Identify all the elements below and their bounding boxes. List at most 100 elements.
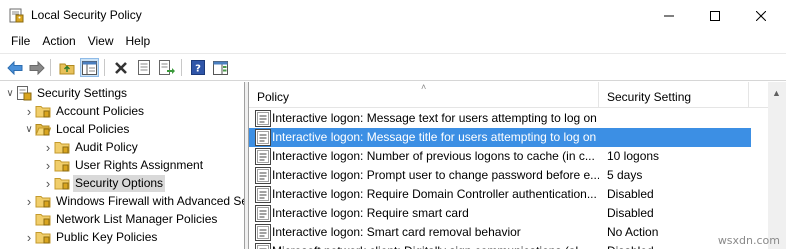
tree-item-account-policies[interactable]: › Account Policies — [23, 102, 146, 120]
action-pane-icon — [213, 60, 228, 75]
show-hide-console-tree-button[interactable] — [80, 58, 99, 77]
tree-item-label: User Rights Assignment — [75, 157, 204, 172]
policy-name: Interactive logon: Require smart card — [272, 206, 469, 220]
back-button[interactable] — [5, 58, 24, 77]
tree-item-label: Windows Firewall with Advanced Secu — [56, 193, 245, 208]
forward-button[interactable] — [27, 58, 46, 77]
policy-row[interactable]: Interactive logon: Smart card removal be… — [249, 223, 751, 242]
policy-setting-icon — [255, 224, 271, 241]
policy-security-setting: 10 logons — [607, 149, 660, 163]
help-book-icon: ? — [190, 60, 205, 75]
console-tree-icon — [82, 60, 97, 75]
menu-help[interactable]: Help — [120, 32, 157, 51]
expanded-chevron-icon[interactable]: ∨ — [4, 84, 16, 102]
policy-row[interactable]: Interactive logon: Prompt user to change… — [249, 166, 751, 185]
collapsed-chevron-icon[interactable]: › — [23, 192, 35, 210]
collapsed-chevron-icon[interactable]: › — [42, 138, 54, 156]
window-title: Local Security Policy — [31, 8, 142, 22]
policy-setting-icon — [255, 148, 271, 165]
policy-setting-icon — [255, 110, 271, 127]
tree-item-label: Network List Manager Policies — [56, 211, 218, 226]
policy-row[interactable]: Interactive logon: Message title for use… — [249, 128, 751, 147]
tree-item-label: Account Policies — [56, 103, 145, 118]
policy-security-setting: Disabled — [607, 206, 654, 220]
folder-icon — [35, 229, 51, 245]
policy-security-setting — [607, 128, 747, 147]
maximize-button[interactable] — [692, 0, 738, 31]
tree-item-label: Security Settings — [37, 85, 128, 100]
tree-item-security-settings[interactable]: ∨ Security Settings — [4, 84, 129, 102]
title-bar: Local Security Policy — [0, 0, 786, 31]
scroll-up-arrow-icon[interactable]: ▲ — [772, 88, 781, 98]
policy-row[interactable]: Interactive logon: Number of previous lo… — [249, 147, 751, 166]
delete-button[interactable] — [111, 58, 130, 77]
menu-bar: File Action View Help — [0, 31, 786, 52]
minimize-button[interactable] — [646, 0, 692, 31]
tree-item-local-policies[interactable]: ∨ Local Policies — [23, 120, 131, 138]
policy-setting-icon — [255, 205, 271, 222]
tree-item-windows-firewall-with-advanced-secu[interactable]: › Windows Firewall with Advanced Secu — [23, 192, 245, 210]
policy-security-setting — [607, 109, 747, 128]
column-header-security-setting[interactable]: Security Setting — [599, 82, 749, 108]
tree-item-security-options[interactable]: › Security Options — [42, 174, 166, 192]
policy-name: Microsoft network client: Digitally sign… — [272, 242, 599, 249]
tree-item-label: Local Policies — [56, 121, 130, 136]
folder-icon — [54, 139, 70, 155]
policy-setting-icon — [255, 186, 271, 203]
export-list-icon — [158, 60, 175, 75]
policy-row[interactable]: Interactive logon: Message text for user… — [249, 109, 751, 128]
policy-row[interactable]: Interactive logon: Require Domain Contro… — [249, 185, 751, 204]
policy-setting-icon — [255, 167, 271, 184]
policy-setting-icon — [255, 243, 271, 249]
properties-button[interactable] — [134, 58, 153, 77]
security-settings-icon — [16, 85, 32, 101]
minimize-icon — [664, 15, 674, 16]
export-list-button[interactable] — [157, 58, 176, 77]
collapsed-chevron-icon[interactable]: › — [23, 228, 35, 246]
tree-item-public-key-policies[interactable]: › Public Key Policies — [23, 228, 159, 246]
tree-item-user-rights-assignment[interactable]: › User Rights Assignment — [42, 156, 205, 174]
folder-open-icon — [35, 121, 52, 137]
policy-name: Interactive logon: Message text for user… — [272, 111, 597, 125]
close-icon — [756, 10, 766, 21]
policy-row[interactable]: Interactive logon: Require smart card Dis… — [249, 204, 751, 223]
menu-view[interactable]: View — [82, 32, 120, 51]
console-tree: ∨ Security Settings › Account Policies ∨ Loca… — [0, 82, 245, 249]
vertical-scrollbar[interactable]: ▲ — [768, 82, 786, 249]
close-button[interactable] — [738, 0, 784, 31]
delete-x-icon — [114, 61, 127, 74]
help-button[interactable]: ? — [188, 58, 207, 77]
folder-icon — [35, 193, 51, 209]
policy-name: Interactive logon: Message title for use… — [272, 130, 597, 144]
tree-item-label: Public Key Policies — [56, 229, 158, 244]
expanded-chevron-icon[interactable]: ∨ — [23, 120, 35, 138]
watermark: wsxdn.com — [717, 234, 780, 247]
tree-item-audit-policy[interactable]: › Audit Policy — [42, 138, 140, 156]
policy-row[interactable]: Microsoft network client: Digitally sign… — [249, 242, 751, 249]
list-header: Policy Security Setting ˄ — [249, 82, 769, 108]
folder-icon — [54, 175, 70, 191]
properties-icon — [137, 60, 150, 75]
policy-setting-icon — [255, 129, 271, 146]
up-one-level-button[interactable] — [57, 58, 76, 77]
tree-item-label: Audit Policy — [75, 139, 138, 154]
menu-action[interactable]: Action — [36, 32, 81, 51]
policy-name: Interactive logon: Prompt user to change… — [272, 168, 599, 182]
back-arrow-icon — [6, 60, 22, 75]
policy-name: Interactive logon: Smart card removal be… — [272, 225, 521, 239]
forward-arrow-icon — [29, 60, 45, 75]
collapsed-chevron-icon[interactable]: › — [23, 102, 35, 120]
no-expander — [23, 210, 35, 228]
folder-icon — [35, 103, 51, 119]
menu-file[interactable]: File — [5, 32, 36, 51]
policy-list: Policy Security Setting ˄ Interactive lo… — [248, 82, 786, 249]
tree-item-network-list-manager-policies[interactable]: Network List Manager Policies — [23, 210, 219, 228]
collapsed-chevron-icon[interactable]: › — [42, 174, 54, 192]
folder-icon — [35, 211, 51, 227]
policy-name: Interactive logon: Require Domain Contro… — [272, 187, 597, 201]
security-policy-app-icon — [9, 8, 24, 23]
folder-icon — [54, 157, 70, 173]
show-hide-action-pane-button[interactable] — [211, 58, 230, 77]
collapsed-chevron-icon[interactable]: › — [42, 156, 54, 174]
tree-item-label: Security Options — [73, 174, 166, 192]
